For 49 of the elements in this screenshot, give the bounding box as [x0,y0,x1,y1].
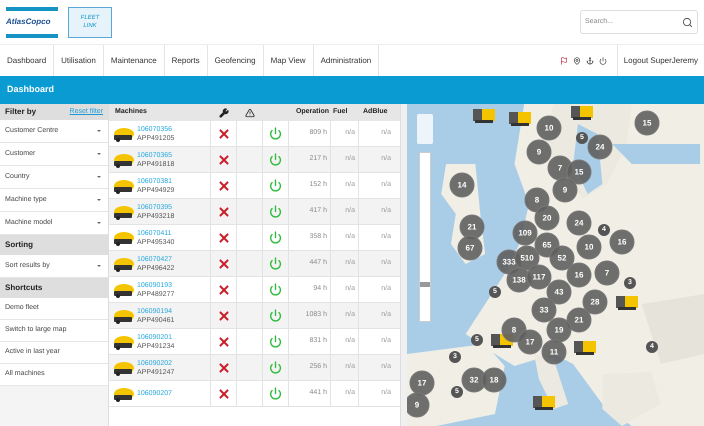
service-alert-icon [216,386,230,400]
compressor-icon [112,256,134,272]
compressor-icon [112,308,134,324]
caret-icon [95,219,103,227]
section-header: Shortcuts [0,278,108,298]
compressor-icon [112,152,134,168]
warning-icon [245,108,255,118]
power-icon[interactable] [598,56,607,64]
compressor-icon [112,178,134,194]
service-alert-icon [216,204,230,218]
caret-icon [95,196,103,204]
caret-icon [95,150,103,158]
caret-icon [95,127,103,135]
compressor-icon [112,334,134,350]
filter-title: Filter by [5,106,36,118]
anchor-icon[interactable] [586,56,594,64]
section-header: Sorting [0,235,108,255]
service-alert-icon [216,334,230,348]
scrollbar[interactable] [400,104,407,426]
page-title: Dashboard [7,83,54,96]
pin-icon[interactable] [572,56,581,64]
service-alert-icon [216,282,230,296]
service-alert-icon [216,360,230,374]
truck-icon[interactable] [571,104,593,120]
compressor-icon [112,126,134,142]
compressor-icon [112,204,134,220]
flag-icon[interactable] [560,56,568,64]
service-alert-icon [216,126,230,140]
compressor-icon [112,230,134,246]
slider-thumb[interactable] [420,282,430,288]
zoom-slider[interactable] [419,152,431,322]
truck-icon[interactable] [533,394,555,410]
service-alert-icon [216,308,230,322]
compressor-icon [112,282,134,298]
truck-icon[interactable] [509,110,531,126]
wrench-icon [219,108,229,118]
caret-icon [95,173,103,181]
truck-icon[interactable] [616,294,638,310]
caret-icon [95,262,103,270]
compressor-icon [112,360,134,376]
logo: AtlasCopco [6,6,58,38]
search-icon [682,16,693,28]
service-alert-icon [216,178,230,192]
compressor-icon [112,386,134,402]
truck-icon[interactable] [574,339,596,355]
service-alert-icon [216,256,230,270]
service-alert-icon [216,152,230,166]
truck-icon[interactable] [473,107,495,123]
service-alert-icon [216,230,230,244]
